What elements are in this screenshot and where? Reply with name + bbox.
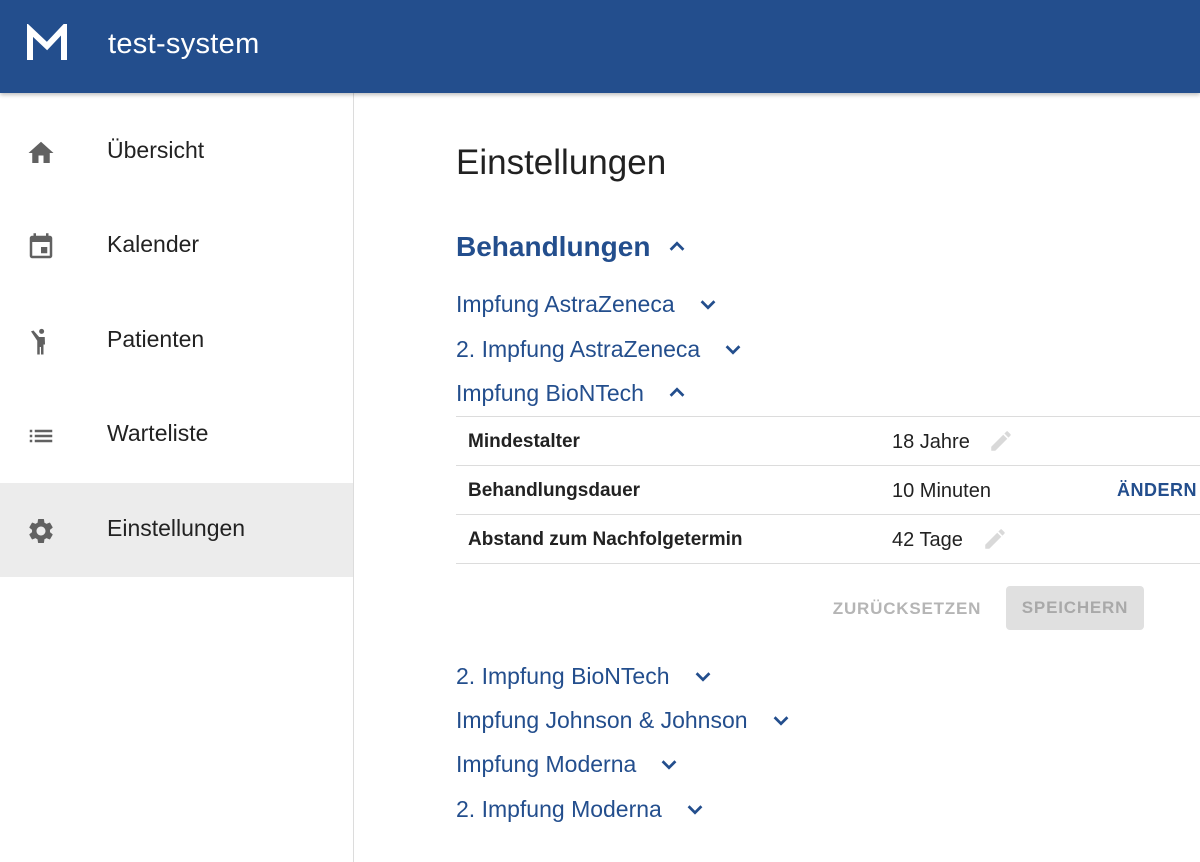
treatment-label: Impfung Moderna: [456, 750, 637, 777]
treatment-2-impfung-biontech[interactable]: 2. Impfung BioNTech: [456, 661, 714, 691]
app-bar: test-system: [0, 0, 1200, 93]
treatment-label: Impfung BioNTech: [456, 379, 644, 406]
sidebar-item-warteliste[interactable]: Warteliste: [0, 388, 353, 482]
person-icon: [31, 328, 45, 355]
treatment-impfung-biontech[interactable]: Impfung BioNTech: [456, 378, 688, 408]
reset-button[interactable]: ZURÜCKSETZEN: [823, 589, 991, 629]
sidebar-item-kalender[interactable]: Kalender: [0, 199, 353, 293]
treatment-impfung-johnson-johnson[interactable]: Impfung Johnson & Johnson: [456, 705, 792, 735]
home-icon: [28, 141, 54, 163]
pencil-icon[interactable]: [982, 526, 1008, 552]
chevron-down-icon: [695, 672, 710, 682]
sidebar-item-einstellungen[interactable]: Einstellungen: [0, 483, 353, 577]
sidebar-item-label: Kalender: [107, 231, 200, 257]
change-link[interactable]: ÄNDERN: [1117, 480, 1197, 501]
chevron-down-icon: [700, 300, 716, 310]
treatment-label: 2. Impfung AstraZeneca: [456, 335, 701, 362]
settings-row-abstand: Abstand zum Nachfolgetermin 42 Tage: [456, 515, 1200, 564]
calendar-icon: [29, 233, 53, 259]
app-title: test-system: [108, 28, 260, 60]
sidebar-item-uebersicht[interactable]: Übersicht: [0, 105, 353, 199]
setting-key: Abstand zum Nachfolgetermin: [468, 529, 743, 550]
chevron-up-icon: [670, 241, 685, 251]
sidebar: Übersicht Kalender Patienten Warteliste …: [0, 93, 354, 862]
treatment-2-impfung-moderna[interactable]: 2. Impfung Moderna: [456, 794, 706, 824]
setting-value: 10 Minuten: [892, 480, 991, 502]
chevron-down-icon: [725, 345, 741, 355]
chevron-down-icon: [661, 760, 677, 770]
sidebar-item-label: Warteliste: [107, 420, 209, 446]
pencil-icon[interactable]: [988, 428, 1014, 454]
settings-row-behandlungsdauer: Behandlungsdauer 10 Minuten ÄNDERN: [456, 466, 1200, 515]
setting-key: Behandlungsdauer: [468, 480, 641, 501]
treatment-label: Impfung AstraZeneca: [456, 290, 675, 317]
chevron-down-icon: [773, 716, 788, 726]
treatment-impfung-moderna[interactable]: Impfung Moderna: [456, 749, 680, 779]
section-title: Behandlungen: [456, 231, 651, 262]
save-button[interactable]: SPEICHERN: [1006, 586, 1144, 630]
m-logo-icon[interactable]: [26, 24, 68, 64]
chevron-down-icon: [687, 805, 703, 815]
settings-row-mindestalter: Mindestalter 18 Jahre: [456, 417, 1200, 466]
treatment-impfung-astrazeneca[interactable]: Impfung AstraZeneca: [456, 289, 719, 319]
gear-icon: [29, 519, 53, 543]
treatment-label: Impfung Johnson & Johnson: [456, 706, 748, 733]
settings-table: Mindestalter 18 Jahre Behandlungsdauer 1…: [456, 416, 1200, 564]
list-icon: [29, 429, 53, 443]
sidebar-item-label: Übersicht: [107, 137, 205, 163]
treatment-label: 2. Impfung Moderna: [456, 795, 662, 822]
treatment-2-impfung-astrazeneca[interactable]: 2. Impfung AstraZeneca: [456, 334, 744, 364]
setting-key: Mindestalter: [468, 431, 580, 452]
sidebar-item-label: Einstellungen: [107, 515, 246, 541]
section-toggle-behandlungen[interactable]: Behandlungen: [456, 229, 688, 265]
sidebar-item-label: Patienten: [107, 326, 205, 352]
setting-value: 18 Jahre: [892, 431, 970, 453]
chevron-up-icon: [669, 387, 685, 397]
page-title: Einstellungen: [456, 143, 667, 182]
treatment-label: 2. Impfung BioNTech: [456, 662, 670, 689]
setting-value: 42 Tage: [892, 529, 963, 551]
main-content: Einstellungen Behandlungen Impfung Astra…: [355, 93, 1200, 862]
sidebar-item-patienten[interactable]: Patienten: [0, 294, 353, 388]
